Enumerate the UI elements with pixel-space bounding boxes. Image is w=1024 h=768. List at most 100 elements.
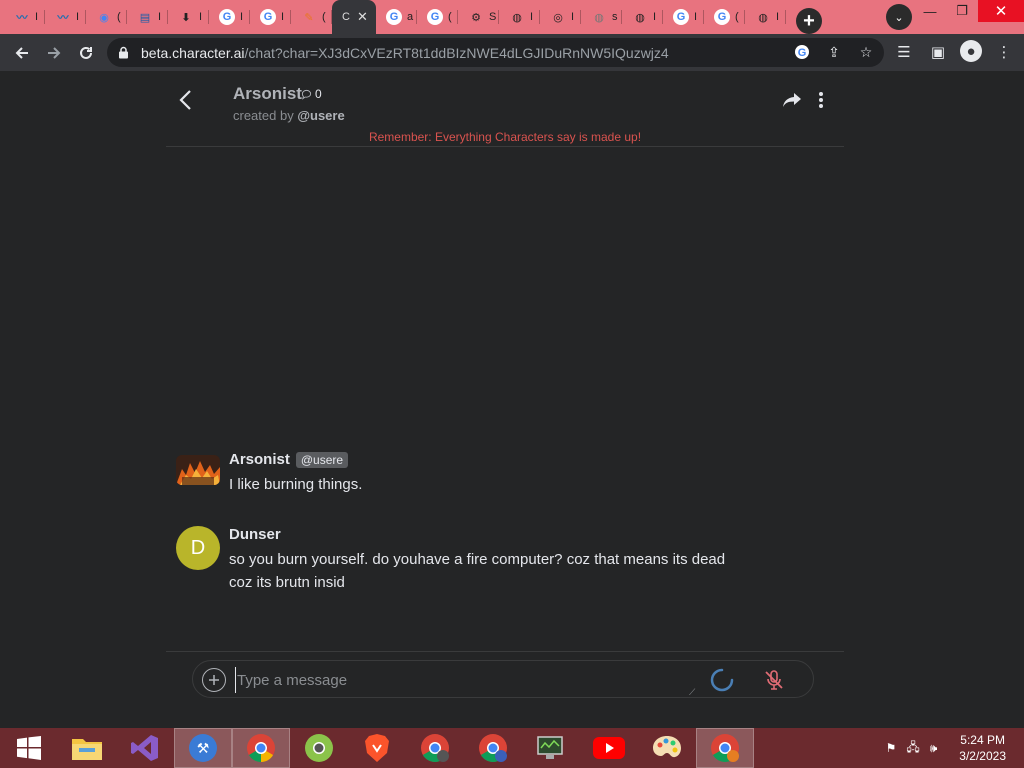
character-name[interactable]: Arsonist — [233, 84, 302, 104]
tab-title: I — [158, 11, 162, 23]
browser-tab[interactable]: ◎ I — [540, 0, 581, 34]
browser-tab[interactable]: ◍ I — [622, 0, 663, 34]
chrome-profile-icon — [421, 734, 449, 762]
brave-lion-icon — [365, 734, 389, 762]
chrome-profile-icon — [711, 734, 739, 762]
browser-tab[interactable]: ◍ I — [499, 0, 540, 34]
character-avatar[interactable] — [176, 455, 220, 485]
forward-button[interactable] — [38, 37, 70, 69]
message-author[interactable]: Arsonist — [229, 451, 290, 468]
tab-title: I — [571, 11, 575, 23]
profile-avatar-icon[interactable]: ● — [960, 40, 982, 62]
clock-date: 3/2/2023 — [959, 749, 1006, 763]
svg-text:G: G — [798, 47, 807, 59]
browser-tab[interactable]: ◍ s — [581, 0, 622, 34]
windows-logo-icon — [17, 736, 41, 760]
address-bar[interactable]: beta.character.ai/chat?char=XJ3dCxVEzRT8… — [107, 38, 884, 67]
browser-tab[interactable]: Ga — [376, 0, 417, 34]
clock[interactable]: 5:24 PM 3/2/2023 — [959, 732, 1006, 764]
download-icon: ⬇ — [181, 11, 191, 24]
taskbar-brave[interactable] — [348, 728, 406, 768]
tab-title: I — [240, 11, 244, 23]
author-handle-badge[interactable]: @usere — [295, 451, 349, 468]
network-icon[interactable]: 🖧 — [906, 738, 919, 759]
message-input[interactable] — [235, 667, 695, 693]
tab-title: I — [35, 11, 39, 23]
tab-title: I — [199, 11, 203, 23]
browser-tab[interactable]: ◍ I — [745, 0, 786, 34]
clock-time: 5:24 PM — [960, 733, 1005, 747]
bookmark-star-icon[interactable]: ☆ — [856, 42, 876, 62]
browser-tab[interactable]: ◉( — [86, 0, 127, 34]
browser-tab[interactable]: ▤ I — [127, 0, 168, 34]
reading-list-icon[interactable]: ☰ — [892, 40, 916, 64]
start-button[interactable] — [0, 728, 58, 768]
taskbar-file-explorer[interactable] — [58, 728, 116, 768]
window-controls: — ❐ ✕ — [914, 0, 1024, 34]
taskbar-chrome[interactable] — [232, 728, 290, 768]
minimize-button[interactable]: — — [914, 0, 946, 22]
restore-button[interactable]: ❐ — [946, 0, 978, 22]
tab-title: ( — [117, 11, 121, 23]
chrome-menu-icon[interactable]: ⋮ — [992, 40, 1016, 64]
tab-title: ( — [735, 11, 739, 23]
arrow-right-icon — [48, 46, 61, 59]
browser-tab[interactable]: ✎( — [291, 0, 332, 34]
browser-tab[interactable]: ⬇ I — [168, 0, 209, 34]
taskbar-paint[interactable] — [638, 728, 696, 768]
tab-title: I — [281, 11, 285, 23]
share-page-icon[interactable]: ⇪ — [824, 42, 844, 62]
browser-toolbar: beta.character.ai/chat?char=XJ3dCxVEzRT8… — [0, 34, 1024, 71]
google-lens-icon[interactable]: G — [792, 42, 812, 62]
chat-bubble-icon — [301, 89, 312, 100]
share-icon[interactable] — [782, 91, 802, 114]
browser-tab[interactable]: G( — [704, 0, 745, 34]
lock-icon[interactable] — [117, 46, 129, 60]
taskbar-youtube[interactable] — [580, 728, 638, 768]
mic-off-icon[interactable] — [763, 669, 785, 691]
close-window-button[interactable]: ✕ — [978, 0, 1024, 22]
user-avatar[interactable]: D — [176, 526, 220, 570]
volume-icon[interactable]: 🕪 — [930, 741, 938, 756]
taskbar-chrome-profile-3[interactable] — [696, 728, 754, 768]
browser-tab[interactable]: 〰 I — [4, 0, 45, 34]
browser-tab[interactable]: GI — [209, 0, 250, 34]
new-tab-button[interactable]: + — [796, 8, 822, 34]
message-text: I like burning things. — [229, 476, 363, 493]
tab-title: s — [612, 11, 618, 23]
reload-button[interactable] — [70, 37, 102, 69]
side-panel-icon[interactable]: ▣ — [926, 40, 950, 64]
browser-tab[interactable]: GI — [663, 0, 704, 34]
back-arrow-icon[interactable] — [178, 89, 192, 118]
message-author[interactable]: Dunser — [229, 526, 281, 543]
taskbar-visual-studio[interactable] — [116, 728, 174, 768]
browser-tab[interactable]: GI — [250, 0, 291, 34]
creator-link[interactable]: @usere — [297, 108, 344, 123]
taskbar-chrome-profile-1[interactable] — [406, 728, 464, 768]
more-options-icon[interactable] — [818, 91, 824, 115]
system-tray: ⚑ 🖧 🕪 5:24 PM 3/2/2023 — [886, 728, 1016, 768]
resize-handle-icon[interactable]: ⟋ — [689, 687, 695, 698]
flag-icon[interactable]: ⚑ — [886, 741, 897, 755]
chrome-canary-icon — [305, 734, 333, 762]
browser-tab[interactable]: G( — [417, 0, 458, 34]
taskbar-chrome-profile-2[interactable] — [464, 728, 522, 768]
taskbar-tools-app[interactable]: ⚒ — [174, 728, 232, 768]
chat-page: Arsonist 0 created by @usere Remember: E… — [0, 71, 1024, 728]
monitor-icon — [537, 736, 563, 759]
browser-tab[interactable]: 〰 I — [45, 0, 86, 34]
add-attachment-button[interactable] — [202, 668, 226, 692]
browser-tab[interactable]: ⚙ S — [458, 0, 499, 34]
close-tab-icon[interactable]: ✕ — [357, 9, 368, 25]
taskbar-system-monitor[interactable] — [522, 728, 580, 768]
globe-icon: ◍ — [635, 11, 645, 24]
taskbar-chrome-canary[interactable] — [290, 728, 348, 768]
tab-search-button[interactable]: ⌄ — [886, 4, 912, 30]
pencil-icon: ✎ — [304, 11, 314, 24]
message-composer: ⟋ — [192, 660, 814, 698]
back-button[interactable] — [6, 37, 38, 69]
url-text[interactable]: beta.character.ai/chat?char=XJ3dCxVEzRT8… — [141, 45, 669, 61]
browser-tab[interactable]: C ✕ — [332, 0, 376, 34]
news-icon: ▤ — [139, 11, 151, 24]
tab-list: 〰 I 〰 I ◉(▤ I ⬇ I G I G I ✎(C ✕ Ga G(⚙ S ◍ I ◎ I ◍ s ◍ I G I G(◍ I — [0, 0, 786, 34]
